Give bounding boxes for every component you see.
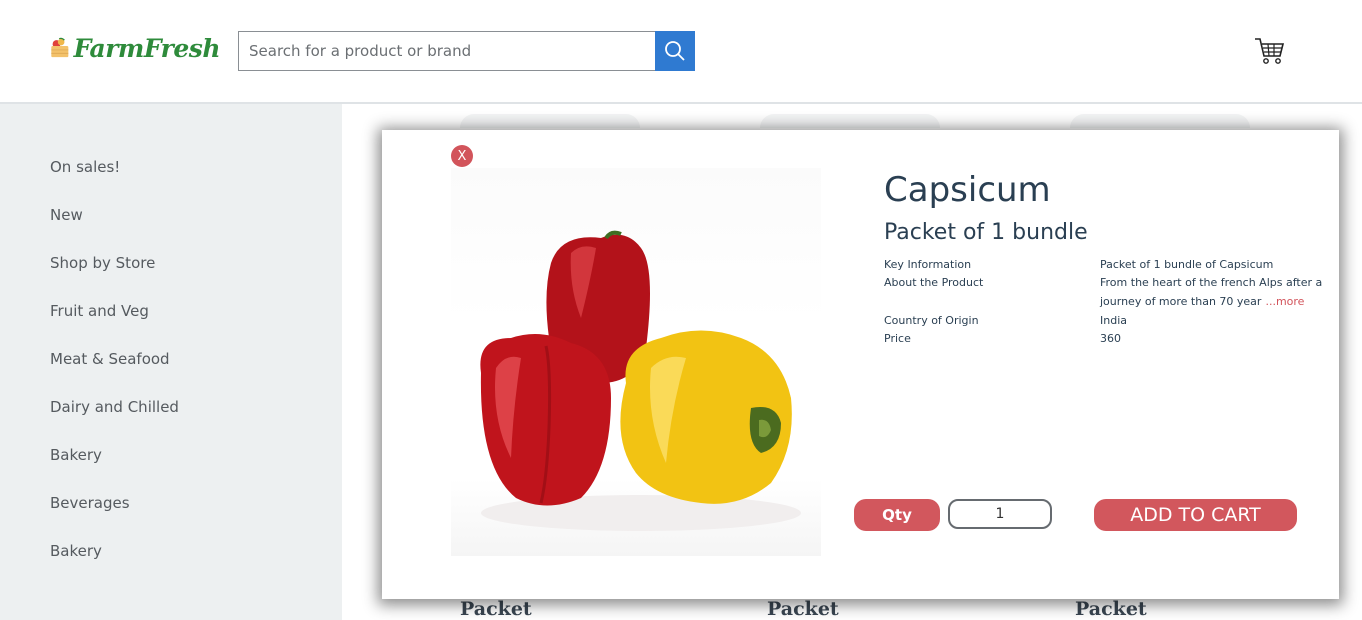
sidebar-item-new[interactable]: New	[50, 206, 83, 224]
sidebar-item-beverages[interactable]: Beverages	[50, 494, 130, 512]
background-card-label: Packet	[767, 598, 839, 620]
key-information-value: Packet of 1 bundle of Capsicum	[1100, 258, 1274, 271]
background-card-top	[760, 114, 940, 128]
price-label: Price	[884, 332, 911, 345]
brand-name: FarmFresh	[73, 33, 221, 63]
quantity-input[interactable]	[948, 499, 1052, 529]
sidebar-item-bakery[interactable]: Bakery	[50, 446, 102, 464]
search-button[interactable]	[655, 31, 695, 71]
sidebar-item-dairy-chilled[interactable]: Dairy and Chilled	[50, 398, 179, 416]
background-card-top	[1070, 114, 1250, 128]
cart-icon[interactable]	[1253, 36, 1285, 66]
key-information-label: Key Information	[884, 258, 972, 271]
country-of-origin-label: Country of Origin	[884, 314, 979, 327]
category-sidebar: On sales! New Shop by Store Fruit and Ve…	[0, 104, 342, 620]
price-value: 360	[1100, 332, 1121, 345]
product-title: Capsicum	[884, 170, 1051, 210]
more-link[interactable]: ...more	[1265, 295, 1304, 308]
add-to-cart-button[interactable]: ADD TO CART	[1094, 499, 1297, 531]
about-product-value: From the heart of the french Alps after …	[1100, 273, 1330, 311]
search-input[interactable]	[238, 31, 655, 71]
product-subtitle: Packet of 1 bundle	[884, 220, 1088, 245]
background-card-top	[460, 114, 640, 128]
basket-icon	[51, 37, 69, 58]
sidebar-item-shop-by-store[interactable]: Shop by Store	[50, 254, 155, 272]
background-card-label: Packet	[460, 598, 532, 620]
sidebar-item-fruit-and-veg[interactable]: Fruit and Veg	[50, 302, 149, 320]
close-button[interactable]: X	[451, 145, 473, 167]
country-of-origin-value: India	[1100, 314, 1127, 327]
product-detail-modal: X Capsicum Packet of 1 bundle Key Inform…	[382, 130, 1339, 599]
site-header: FarmFresh	[0, 0, 1362, 104]
background-card-label: Packet	[1075, 598, 1147, 620]
farmfresh-logo[interactable]: FarmFresh	[50, 30, 221, 66]
sidebar-item-bakery-2[interactable]: Bakery	[50, 542, 102, 560]
sidebar-item-on-sales[interactable]: On sales!	[50, 158, 120, 176]
qty-label: Qty	[854, 499, 940, 531]
product-image	[451, 168, 821, 556]
about-product-label: About the Product	[884, 276, 984, 289]
search-icon	[665, 41, 685, 61]
sidebar-item-meat-seafood[interactable]: Meat & Seafood	[50, 350, 170, 368]
